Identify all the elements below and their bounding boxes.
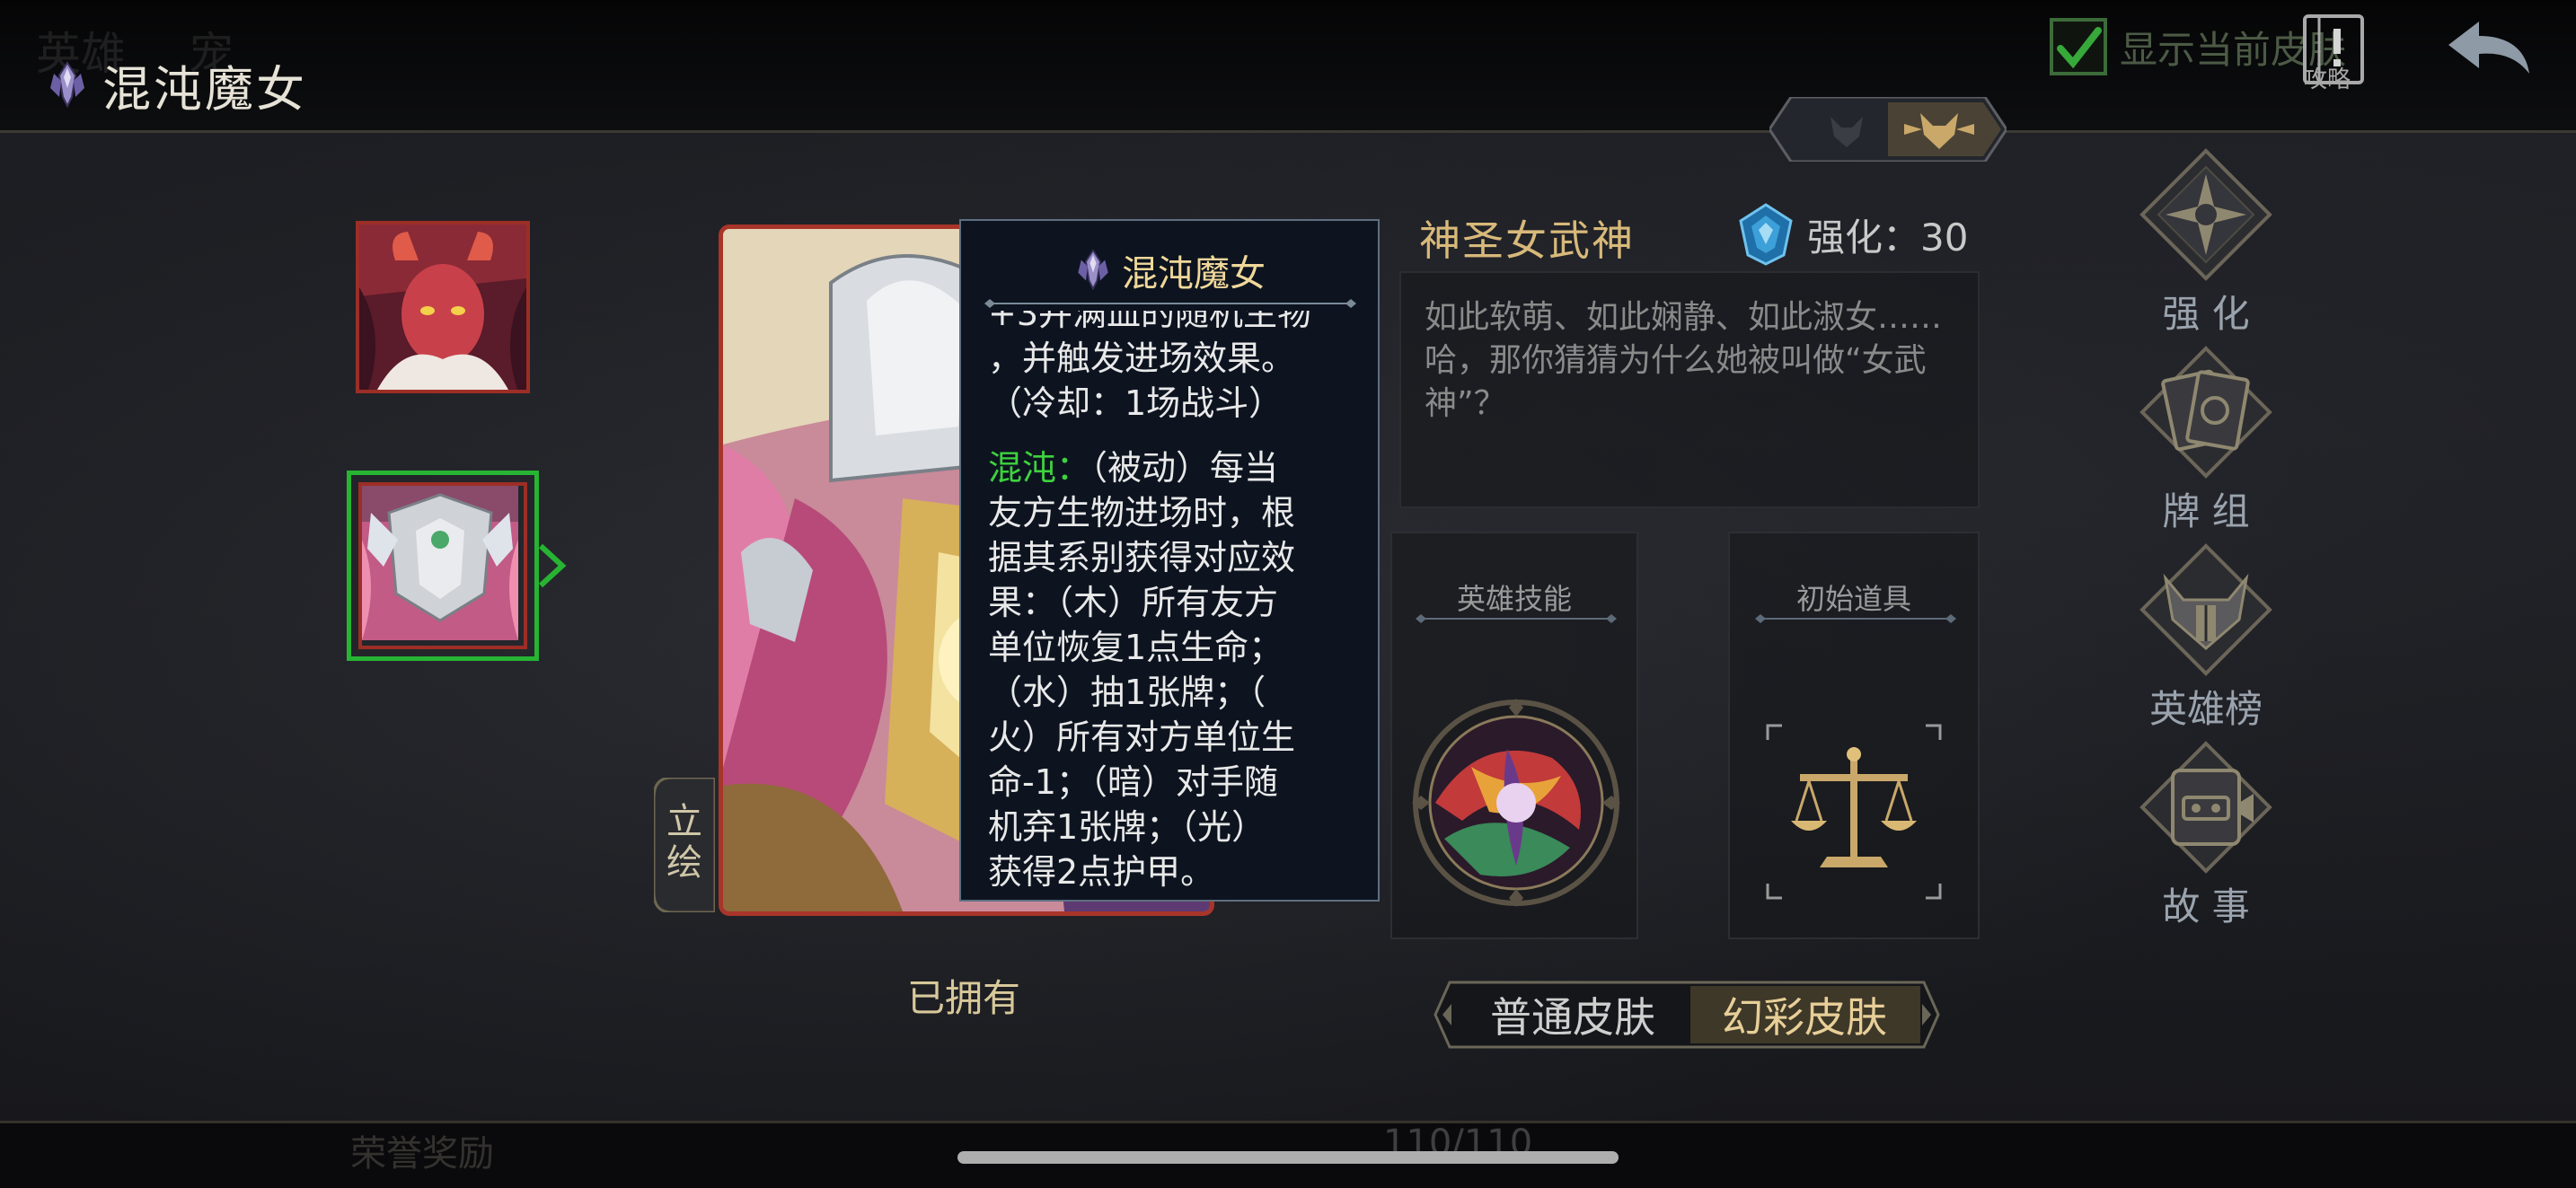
enhance-crystal-icon xyxy=(1739,203,1793,266)
hero-portrait-valkyrie xyxy=(362,486,518,640)
tooltip-line: 机弃1张牌；（光） xyxy=(988,807,1266,847)
skin-description-box: 如此软萌、如此娴静、如此淑女……哈，那你猜猜为什么她被叫做“女武神”？ xyxy=(1399,271,1980,508)
panel-divider xyxy=(1416,614,1617,623)
side-enhance-button[interactable]: 强 化 xyxy=(2116,147,2296,339)
portrait-tab-label[interactable]: 立绘 xyxy=(663,801,706,884)
chaos-keyword: 混沌： xyxy=(988,448,1091,488)
tooltip-line: 果：（木）所有友方 xyxy=(988,583,1279,622)
side-deck-label: 牌 组 xyxy=(2162,489,2250,533)
tooltip-line: 据其系别获得对应效 xyxy=(988,538,1296,577)
tooltip-line: 获得2点护甲。 xyxy=(988,852,1215,892)
view-switch[interactable] xyxy=(1769,97,2007,162)
tooltip-line: ，并触发进场效果。 xyxy=(988,339,1296,378)
side-ranking-button[interactable]: 英雄榜 xyxy=(2116,542,2296,734)
hero-title: 混沌魔女 xyxy=(102,61,307,118)
owned-status: 已拥有 xyxy=(907,976,1021,1020)
starting-item-panel: 初始道具 xyxy=(1728,532,1980,939)
tooltip-line: 友方生物进场时，根 xyxy=(988,493,1296,532)
horned-helmet-icon xyxy=(2139,543,2272,676)
hero-portrait-red xyxy=(359,224,526,390)
tab-normal-skin[interactable]: 普通皮肤 xyxy=(1457,984,1689,1045)
side-enhance-label: 强 化 xyxy=(2162,292,2250,336)
film-story-icon xyxy=(2139,741,2272,874)
hero-skill-title: 英雄技能 xyxy=(1456,582,1572,616)
hero-thumb-valkyrie-skin[interactable] xyxy=(347,471,539,661)
tooltip-body[interactable]: +3并满血的随机生物 ，并触发进场效果。 （冷却：1场战斗） 混沌：（被动）每当… xyxy=(988,311,1358,894)
tooltip-line: 命-1；（暗）对手随 xyxy=(988,762,1278,802)
hero-thumb-default-skin[interactable] xyxy=(356,221,530,393)
chaos-passive-label: （被动）每当 xyxy=(1090,448,1279,488)
back-arrow-icon[interactable] xyxy=(2443,16,2533,79)
tooltip-keyword-line: 混沌：（被动）每当 xyxy=(988,445,1358,490)
selected-chevron-icon xyxy=(538,543,567,588)
tooltip-line: 单位恢复1点生命； xyxy=(988,628,1284,667)
tooltip-line: （水）抽1张牌；（ xyxy=(988,673,1266,712)
enhance-level: 强化：30 xyxy=(1737,203,1968,266)
side-ranking-label: 英雄榜 xyxy=(2148,687,2263,731)
tooltip-line: （冷却：1场战斗） xyxy=(988,383,1284,423)
skill-tooltip: 混沌魔女 +3并满血的随机生物 ，并触发进场效果。 （冷却：1场战斗） 混沌：（… xyxy=(959,219,1380,902)
tooltip-divider xyxy=(984,299,1356,308)
enhance-label: 强化：30 xyxy=(1807,215,1969,260)
tooltip-header: 混沌魔女 xyxy=(961,244,1378,296)
tooltip-line: 火）所有对方单位生 xyxy=(988,717,1296,757)
chaos-skill-icon[interactable] xyxy=(1408,695,1624,911)
check-icon xyxy=(2057,27,2102,69)
home-indicator[interactable] xyxy=(957,1151,1619,1164)
honor-reward-button[interactable]: 荣誉奖励 xyxy=(350,1124,494,1176)
skin-description: 如此软萌、如此娴静、如此淑女……哈，那你猜猜为什么她被叫做“女武神”？ xyxy=(1425,299,1943,422)
tooltip-partial-line: +3并满血的随机生物 xyxy=(988,311,1312,333)
tab-fantasy-skin[interactable]: 幻彩皮肤 xyxy=(1689,984,1920,1045)
panel-divider xyxy=(1755,614,1956,623)
chaos-crystal-icon xyxy=(1078,249,1108,291)
scales-icon[interactable] xyxy=(1791,747,1917,867)
starting-item-title: 初始道具 xyxy=(1795,582,1911,616)
side-story-label: 故 事 xyxy=(2162,884,2250,928)
page-title: 混沌魔女 xyxy=(45,49,307,120)
side-deck-button[interactable]: 牌 组 xyxy=(2116,345,2296,536)
tooltip-title: 混沌魔女 xyxy=(1122,253,1266,295)
show-current-skin-checkbox[interactable] xyxy=(2050,18,2107,75)
guide-label: 攻略 xyxy=(2304,66,2351,93)
item-frame[interactable] xyxy=(1764,722,1944,902)
skin-name: 神圣女武神 xyxy=(1419,216,1635,265)
chaos-crystal-icon xyxy=(50,60,84,108)
cards-icon xyxy=(2139,346,2272,479)
side-story-button[interactable]: 故 事 xyxy=(2116,740,2296,931)
compass-star-icon xyxy=(2139,148,2272,281)
hero-skill-panel: 英雄技能 xyxy=(1390,532,1638,939)
